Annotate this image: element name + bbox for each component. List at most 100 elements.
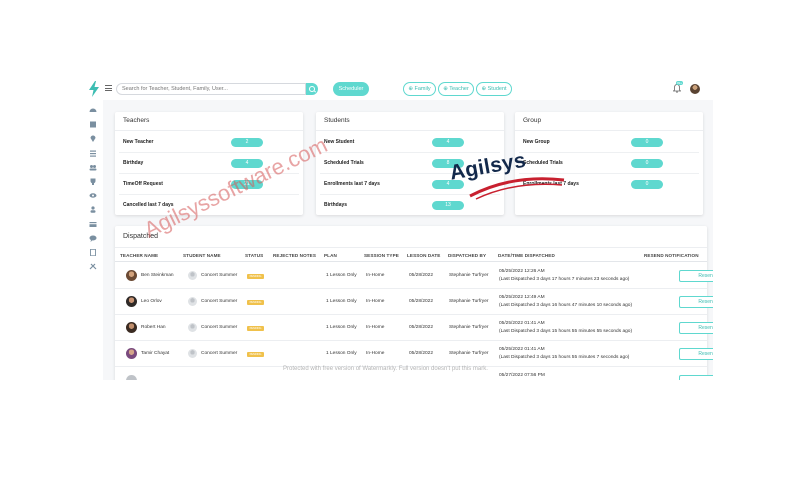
group-row-new-group[interactable]: New Group 0 — [519, 133, 699, 153]
user-avatar[interactable] — [690, 84, 700, 94]
add-family-button[interactable]: ⊕ Family — [403, 82, 436, 96]
teacher-name[interactable]: Robert Han — [141, 325, 166, 330]
col-header-datetime[interactable]: DATE/TIME DISPATCHED — [498, 253, 555, 258]
teacher-avatar — [126, 375, 137, 380]
dispatched-by: Stephanie Turfryer — [449, 351, 489, 356]
row-label: New Student — [324, 139, 355, 145]
add-teacher-button[interactable]: ⊕ Teacher — [438, 82, 474, 96]
resend-button[interactable]: Resend — [679, 296, 713, 308]
row-label: Scheduled Trials — [324, 160, 364, 166]
add-teacher-label: Teacher — [449, 86, 469, 92]
student-name[interactable]: Concert Summer — [201, 299, 237, 304]
teacher-name[interactable]: Tamir Chayat — [141, 351, 169, 356]
lesson-date: 05/28/2022 — [409, 273, 434, 278]
lesson-date: 05/28/2022 — [409, 351, 434, 356]
chat-icon[interactable] — [89, 235, 97, 242]
row-count-badge[interactable]: 0 — [631, 180, 663, 189]
student-avatar — [188, 323, 197, 332]
menu-icon[interactable] — [105, 85, 112, 91]
add-family-label: Family — [414, 86, 431, 92]
group-row-scheduled-trials[interactable]: Scheduled Trials 0 — [519, 154, 699, 174]
col-header-teacher[interactable]: TEACHER NAME — [120, 253, 158, 258]
teachers-row-new-teacher[interactable]: New Teacher 2 — [119, 133, 299, 153]
table-row[interactable]: Ben Steinkman Concert Summer PENDING 1 L… — [115, 263, 713, 289]
last-dispatched: (Last Dispatched 3 days 17 hours 7 minut… — [499, 277, 630, 282]
student-name[interactable]: Concert Summer — [201, 325, 237, 330]
status-badge: PENDING — [247, 352, 264, 357]
resend-button[interactable]: Resend — [679, 270, 713, 282]
resend-button[interactable]: Resend — [679, 348, 713, 360]
student-name[interactable]: Concert Summer — [201, 351, 237, 356]
dispatched-by: Stephanie Turfryer — [449, 325, 489, 330]
last-dispatched: (Last Dispatched 3 days 16 hours 47 minu… — [499, 303, 633, 308]
dispatched-by: Stephanie Turfryer — [449, 273, 489, 278]
resend-button[interactable]: Resend — [679, 322, 713, 334]
row-count-badge[interactable]: 4 — [432, 138, 464, 147]
col-header-plan[interactable]: PLAN — [324, 253, 337, 258]
dashboard-icon[interactable] — [89, 106, 97, 113]
page: Scheduler ⊕ Family ⊕ Teacher ⊕ Student 9… — [0, 0, 800, 480]
lesson-date: 05/28/2022 — [409, 299, 434, 304]
scheduler-button[interactable]: Scheduler — [333, 82, 369, 96]
teacher-avatar — [126, 270, 137, 281]
teacher-name[interactable]: Ben Steinkman — [141, 273, 174, 278]
search-input[interactable] — [116, 83, 306, 95]
table-row[interactable]: Leo Orlov Concert Summer PENDING 1 Lesso… — [115, 289, 713, 315]
trophy-icon[interactable] — [89, 178, 97, 185]
col-header-rejected-notes[interactable]: REJECTED NOTES — [273, 253, 316, 258]
document-icon[interactable] — [89, 249, 97, 256]
row-count-badge[interactable]: 13 — [432, 201, 464, 210]
plan: 1 Lesson Only — [326, 325, 357, 330]
dispatched-datetime: 05/25/2022 01:41 AM — [499, 321, 545, 326]
students-row-new-student[interactable]: New Student 4 — [320, 133, 500, 153]
row-count-badge[interactable]: 0 — [631, 159, 663, 168]
list-icon[interactable] — [89, 150, 97, 157]
calendar-icon[interactable] — [89, 121, 97, 128]
card-icon[interactable] — [89, 221, 97, 228]
session-type: In-Home — [366, 273, 385, 278]
row-label: Birthday — [123, 160, 144, 166]
col-header-resend[interactable]: RESEND NOTIFICATION — [644, 253, 699, 258]
row-count-badge[interactable]: 2 — [231, 138, 263, 147]
lightning-logo-icon[interactable] — [88, 81, 100, 97]
col-header-lesson-date[interactable]: LESSON DATE — [407, 253, 440, 258]
add-student-button[interactable]: ⊕ Student — [476, 82, 512, 96]
resend-button[interactable] — [679, 375, 713, 380]
bell-icon[interactable] — [673, 84, 681, 93]
students-card-title: Students — [324, 117, 350, 124]
divider — [316, 130, 504, 131]
search-icon[interactable] — [306, 83, 318, 95]
users-icon[interactable] — [89, 164, 97, 171]
divider — [115, 130, 303, 131]
plan: 1 Lesson Only — [326, 299, 357, 304]
watermark-notice: Protected with free version of Watermark… — [283, 366, 488, 372]
row-label: TimeOff Request — [123, 181, 163, 187]
lesson-date: 05/28/2022 — [409, 325, 434, 330]
row-label: New Group — [523, 139, 550, 145]
last-dispatched: (Last Dispatched 3 days 15 hours 55 minu… — [499, 329, 633, 334]
add-student-label: Student — [487, 86, 507, 92]
divider — [115, 247, 707, 248]
col-header-session-type[interactable]: SESSION TYPE — [364, 253, 399, 258]
table-row[interactable]: Robert Han Concert Summer PENDING 1 Less… — [115, 315, 713, 341]
table-row[interactable]: Tamir Chayat Concert Summer PENDING 1 Le… — [115, 341, 713, 367]
status-badge: PENDING — [247, 300, 264, 305]
student-name[interactable]: Concert Summer — [201, 273, 237, 278]
col-header-dispatched-by[interactable]: DISPATCHED BY — [448, 253, 486, 258]
top-bar: Scheduler ⊕ Family ⊕ Teacher ⊕ Student 9… — [83, 78, 713, 100]
view-icon[interactable] — [89, 192, 97, 199]
person-icon[interactable] — [89, 206, 97, 213]
student-avatar — [188, 271, 197, 280]
tools-icon[interactable] — [89, 263, 97, 270]
teacher-name[interactable]: Leo Orlov — [141, 299, 162, 304]
header-divider — [115, 261, 707, 262]
teacher-avatar — [126, 296, 137, 307]
row-count-badge[interactable]: 0 — [631, 138, 663, 147]
dispatched-datetime: 05/27/2022 07:56 PM — [499, 373, 545, 378]
col-header-status[interactable]: STATUS — [245, 253, 263, 258]
row-label: New Teacher — [123, 139, 154, 145]
col-header-student[interactable]: STUDENT NAME — [183, 253, 221, 258]
status-badge: PENDING — [247, 274, 264, 279]
location-icon[interactable] — [89, 135, 97, 142]
plan: 1 Lesson Only — [326, 351, 357, 356]
